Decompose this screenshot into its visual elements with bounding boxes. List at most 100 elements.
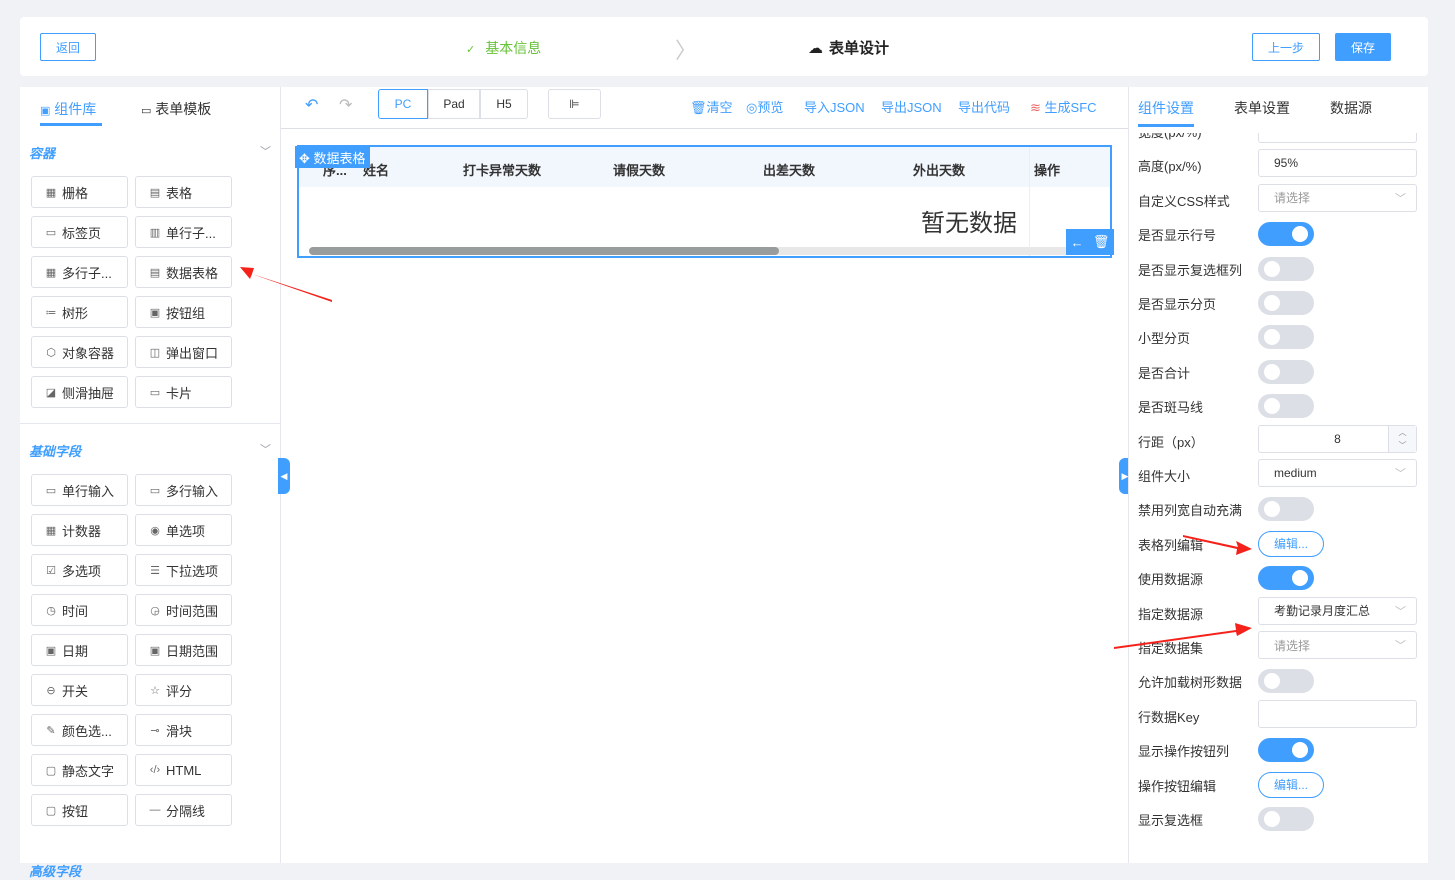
component-item[interactable]: ⊸ 滑块 <box>135 714 232 746</box>
chevron-down-icon[interactable]: ﹀ <box>260 441 271 457</box>
component-item[interactable]: ▦ 计数器 <box>31 514 128 546</box>
column-header[interactable]: 请假天数 <box>613 160 665 179</box>
column-header[interactable]: 出差天数 <box>763 160 815 179</box>
component-item[interactable]: ▢ 按钮 <box>31 794 128 826</box>
tab-component-settings[interactable]: 组件设置 <box>1138 98 1194 118</box>
setting-select[interactable]: 请选择 ﹀ <box>1258 183 1417 212</box>
tab-form-settings[interactable]: 表单设置 <box>1234 98 1290 118</box>
column-header[interactable]: 打卡异常天数 <box>463 160 541 179</box>
undo-icon[interactable]: ↶ <box>305 95 318 115</box>
component-item[interactable]: ▥ 单行子... <box>135 216 232 248</box>
setting-switch[interactable] <box>1258 359 1314 384</box>
action-label: 生成SFC <box>1044 100 1097 115</box>
horizontal-scrollbar[interactable] <box>309 247 1109 255</box>
setting-switch[interactable] <box>1258 291 1314 315</box>
setting-switch[interactable] <box>1258 669 1314 694</box>
component-item[interactable]: ◫ 弹出窗口 <box>135 336 232 368</box>
component-item[interactable]: ☰ 下拉选项 <box>135 554 232 586</box>
tab-components[interactable]: ▣ 组件库 <box>40 99 96 119</box>
component-item[interactable]: ▤ 数据表格 <box>135 256 232 288</box>
number-stepper[interactable]: 8 ︿ ﹀ <box>1258 424 1417 453</box>
component-item[interactable]: ≔ 树形 <box>31 296 128 328</box>
column-header[interactable]: 外出天数 <box>913 160 965 179</box>
setting-select[interactable]: medium ﹀ <box>1258 459 1417 487</box>
component-item[interactable]: ▤ 表格 <box>135 176 232 208</box>
component-item[interactable]: ▭ 多行输入 <box>135 474 232 506</box>
setting-label: 宽度(px/%) <box>1138 133 1202 141</box>
preview-button[interactable]: ◎预览 <box>746 97 783 116</box>
collapse-left-handle[interactable]: ◀ <box>278 458 290 494</box>
component-item[interactable]: — 分隔线 <box>135 794 232 826</box>
component-item[interactable]: ⊖ 开关 <box>31 674 128 706</box>
scrollbar-thumb[interactable] <box>309 247 779 255</box>
prev-step-button[interactable]: 上一步 <box>1252 33 1320 61</box>
setting-select[interactable]: 请选择 ﹀ <box>1258 631 1417 659</box>
setting-switch[interactable] <box>1258 807 1314 831</box>
component-item[interactable]: ◉ 单选项 <box>135 514 232 546</box>
section-title[interactable]: 高级字段 <box>29 861 81 880</box>
component-item[interactable]: ▭ 标签页 <box>31 216 128 248</box>
import-json-button[interactable]: 导入JSON <box>804 97 865 116</box>
setting-switch[interactable] <box>1258 222 1314 247</box>
redo-icon[interactable]: ↷ <box>339 95 352 115</box>
setting-switch[interactable] <box>1258 256 1314 281</box>
component-item[interactable]: ▢ 静态文字 <box>31 754 128 786</box>
setting-switch[interactable] <box>1258 325 1314 350</box>
clear-button[interactable]: 🗑清空 <box>690 97 733 116</box>
select-parent-icon[interactable]: ← <box>1071 235 1084 250</box>
tab-templates[interactable]: ▭ 表单模板 <box>141 99 211 119</box>
tab-data-source[interactable]: 数据源 <box>1330 98 1372 118</box>
column-header[interactable]: 操作 <box>1034 160 1060 179</box>
setting-switch[interactable] <box>1258 497 1314 522</box>
chevron-down-icon[interactable]: ﹀ <box>260 143 271 159</box>
section-title[interactable]: 基础字段 <box>29 441 81 460</box>
component-item[interactable]: ▣ 日期 <box>31 634 128 666</box>
component-item[interactable]: ▦ 多行子... <box>31 256 128 288</box>
widget-name: 数据表格 <box>313 151 366 166</box>
save-button[interactable]: 保存 <box>1335 33 1391 61</box>
setting-input[interactable] <box>1258 699 1417 728</box>
component-item[interactable]: ⬡ 对象容器 <box>31 336 128 368</box>
tree-view-button[interactable]: ⊫ <box>548 89 601 119</box>
setting-select[interactable]: 考勤记录月度汇总 ﹀ <box>1258 596 1417 625</box>
setting-switch[interactable] <box>1258 394 1314 419</box>
device-pc[interactable]: PC <box>378 89 428 119</box>
component-item[interactable]: ▣ 按钮组 <box>135 296 232 328</box>
back-button[interactable]: 返回 <box>40 33 96 61</box>
component-item[interactable]: ▭ 单行输入 <box>31 474 128 506</box>
component-item[interactable]: ◶ 时间范围 <box>135 594 232 626</box>
stepper-arrows-icon[interactable]: ︿ ﹀ <box>1388 425 1416 452</box>
component-item[interactable]: ▦ 栅格 <box>31 176 128 208</box>
edit-button[interactable]: 编辑... <box>1258 771 1324 798</box>
setting-input[interactable]: 100% <box>1258 133 1417 143</box>
delete-icon[interactable]: 🗑 <box>1093 234 1110 250</box>
device-h5[interactable]: H5 <box>480 89 528 119</box>
component-item[interactable]: ◷ 时间 <box>31 594 128 626</box>
data-table-widget[interactable]: 序... 姓名 打卡异常天数 请假天数 出差天数 外出天数 操作 暂无数据 <box>297 145 1112 258</box>
setting-switch[interactable] <box>1258 738 1314 763</box>
setting-switch[interactable] <box>1258 566 1314 591</box>
step-form-design[interactable]: ☁ 表单设计 <box>808 37 889 58</box>
setting-input[interactable]: 95% <box>1258 149 1417 178</box>
component-item[interactable]: ‹/› HTML <box>135 754 232 786</box>
cloud-upload-icon: ☁ <box>808 40 823 57</box>
step-basic-info[interactable]: ✓ 基本信息 <box>466 38 541 58</box>
export-json-button[interactable]: 导出JSON <box>881 97 942 116</box>
component-item[interactable]: ✎ 颜色选... <box>31 714 128 746</box>
component-item[interactable]: ☑ 多选项 <box>31 554 128 586</box>
device-pad[interactable]: Pad <box>428 89 480 119</box>
input-value: 95% <box>1274 156 1299 171</box>
component-item[interactable]: ▣ 日期范围 <box>135 634 232 666</box>
widget-label[interactable]: ✥ 数据表格 <box>295 146 370 168</box>
generate-sfc-button[interactable]: ≋ 生成SFC <box>1030 97 1097 116</box>
component-label: 计数器 <box>62 523 102 539</box>
component-item[interactable]: ◪ 侧滑抽屉 <box>31 376 128 408</box>
export-code-button[interactable]: 导出代码 <box>958 97 1010 116</box>
setting-label: 是否显示复选框列 <box>1138 262 1243 278</box>
section-title[interactable]: 容器 <box>29 143 55 162</box>
component-icon: ▭ <box>149 484 161 497</box>
component-item[interactable]: ▭ 卡片 <box>135 376 232 408</box>
component-label: 对象容器 <box>62 345 115 361</box>
edit-button[interactable]: 编辑... <box>1258 530 1324 557</box>
component-item[interactable]: ☆ 评分 <box>135 674 232 706</box>
